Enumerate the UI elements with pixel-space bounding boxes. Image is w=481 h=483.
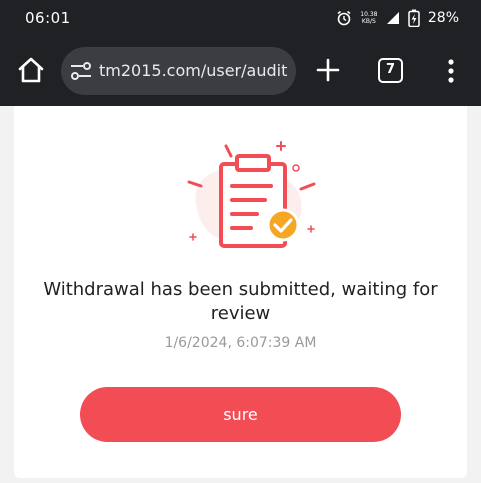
site-info-icon[interactable]	[69, 60, 93, 82]
status-icons: 10.38 KB/S 28%	[336, 8, 459, 28]
battery-icon	[408, 9, 420, 27]
url-text[interactable]: tm2015.com/user/audit	[99, 61, 287, 80]
home-button[interactable]	[16, 55, 46, 85]
tab-count: 7	[385, 62, 396, 77]
more-menu-button[interactable]	[442, 57, 460, 85]
clipboard-check-icon	[187, 141, 316, 248]
battery-percent: 28%	[427, 10, 459, 26]
tab-switcher-button[interactable]: 7	[378, 58, 403, 83]
network-speed-unit: KB/S	[361, 18, 376, 25]
status-time: 06:01	[25, 9, 71, 27]
address-bar[interactable]: tm2015.com/user/audit	[61, 47, 296, 95]
new-tab-button[interactable]	[314, 56, 342, 84]
browser-toolbar: tm2015.com/user/audit 7	[0, 36, 481, 106]
network-speed: 10.38 KB/S	[360, 11, 378, 25]
more-vert-icon	[448, 59, 454, 83]
home-icon	[18, 57, 44, 83]
sure-button[interactable]: sure	[80, 387, 401, 442]
status-bar: 06:01 10.38 KB/S 28%	[0, 0, 481, 36]
signal-icon	[386, 12, 399, 24]
result-card: Withdrawal has been submitted, waiting f…	[14, 106, 467, 478]
page-content: Withdrawal has been submitted, waiting f…	[0, 106, 481, 483]
network-speed-value: 10.38	[360, 11, 378, 18]
plus-icon	[316, 58, 340, 82]
status-message: Withdrawal has been submitted, waiting f…	[43, 279, 438, 324]
submission-timestamp: 1/6/2024, 6:07:39 AM	[164, 335, 317, 351]
alarm-icon	[337, 10, 351, 26]
